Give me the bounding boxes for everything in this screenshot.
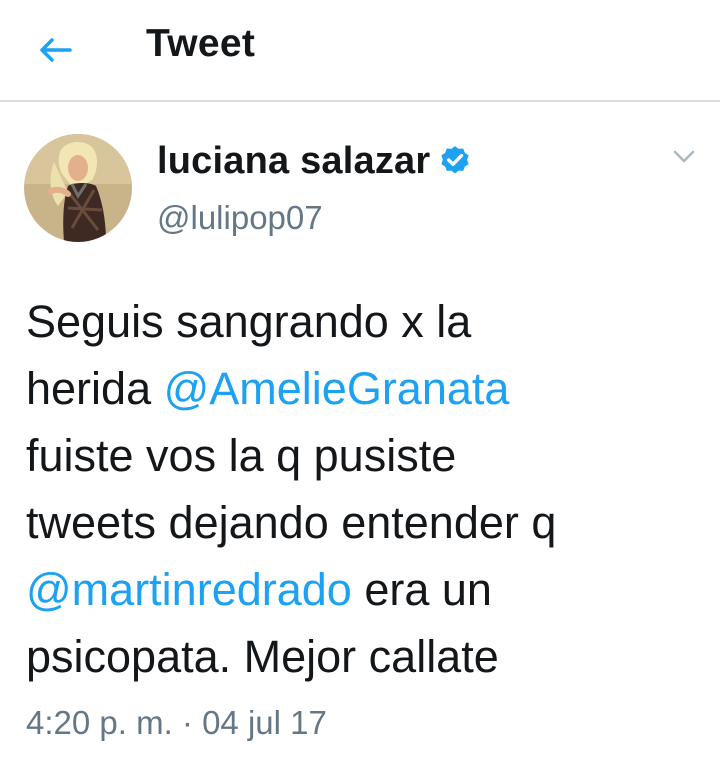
arrow-left-icon — [40, 38, 72, 62]
timestamp-separator: · — [172, 704, 203, 741]
page-title: Tweet — [146, 22, 256, 65]
mention-link[interactable]: @martinredrado — [26, 564, 352, 615]
tweet-text-line: tweets dejando entender q — [26, 489, 706, 556]
tweet-text-line: Seguis sangrando x la — [26, 288, 706, 355]
tweet-text: Seguis sangrando x la herida @AmelieGrana… — [26, 288, 706, 690]
tweet-text-segment: herida — [26, 363, 164, 414]
mention-link[interactable]: @AmelieGranata — [164, 363, 510, 414]
tweet-menu-button[interactable] — [668, 141, 700, 173]
verified-badge-icon — [441, 146, 469, 174]
tweet-timestamp[interactable]: 4:20 p. m. · 04 jul 17 — [26, 704, 327, 742]
tweet-text-segment: Seguis sangrando x la — [26, 296, 472, 347]
back-button[interactable] — [32, 26, 80, 74]
tweet-text-line: @martinredrado era un — [26, 556, 706, 623]
avatar[interactable] — [24, 134, 132, 242]
tweet-time: 4:20 p. m. — [26, 704, 173, 741]
tweet-text-segment: tweets dejando entender q — [26, 497, 557, 548]
author-name[interactable]: luciana salazar — [157, 140, 430, 183]
tweet-detail-screen: Tweet luciana salazar @lulipop07 Seguis … — [0, 0, 720, 776]
tweet-text-segment: psicopata. Mejor callate — [26, 631, 499, 682]
author-handle[interactable]: @lulipop07 — [157, 199, 323, 237]
top-bar: Tweet — [0, 0, 720, 102]
tweet-date: 04 jul 17 — [202, 704, 327, 741]
author-name-row[interactable]: luciana salazar — [157, 136, 472, 186]
tweet-text-line: herida @AmelieGranata — [26, 355, 706, 422]
tweet-text-line: fuiste vos la q pusiste — [26, 422, 706, 489]
tweet-text-line: psicopata. Mejor callate — [26, 623, 706, 690]
chevron-down-icon — [673, 150, 695, 163]
tweet-text-segment: fuiste vos la q pusiste — [26, 430, 457, 481]
tweet-text-segment: era un — [351, 564, 492, 615]
